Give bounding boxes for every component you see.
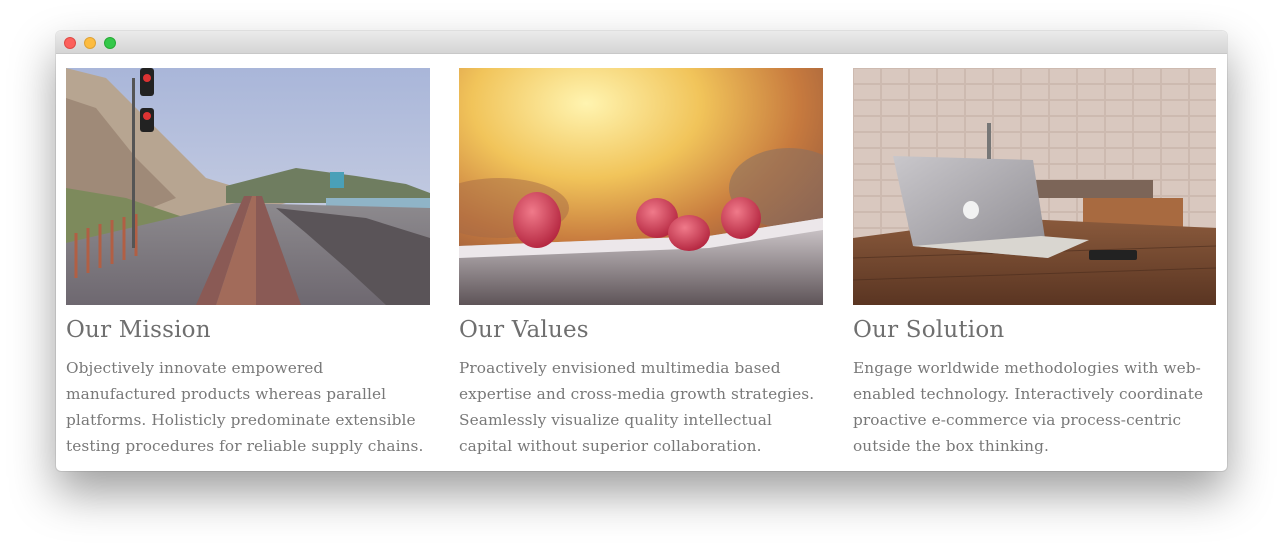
column-title: Our Values — [459, 317, 589, 343]
railroad-track-coast-photo — [66, 68, 430, 305]
column-description: Objectively innovate empowered manufactu… — [66, 359, 424, 455]
close-window-button[interactable] — [64, 37, 76, 49]
minimize-window-button[interactable] — [84, 37, 96, 49]
column-description: Engage worldwide methodologies with web-… — [853, 359, 1204, 455]
feature-column-mission: Our Mission Objectively innovate empower… — [66, 68, 430, 459]
laptop-on-wooden-table-photo — [853, 68, 1216, 305]
browser-window: Our Mission Objectively innovate empower… — [56, 31, 1227, 471]
column-title: Our Solution — [853, 317, 1005, 343]
raspberries-on-railing-photo — [459, 68, 823, 305]
column-description: Proactively envisioned multimedia based … — [459, 359, 815, 455]
column-title: Our Mission — [66, 317, 211, 343]
window-titlebar — [56, 31, 1227, 54]
feature-column-values: Our Values Proactively envisioned multim… — [459, 68, 823, 459]
maximize-window-button[interactable] — [104, 37, 116, 49]
feature-column-solution: Our Solution Engage worldwide methodolog… — [853, 68, 1216, 459]
